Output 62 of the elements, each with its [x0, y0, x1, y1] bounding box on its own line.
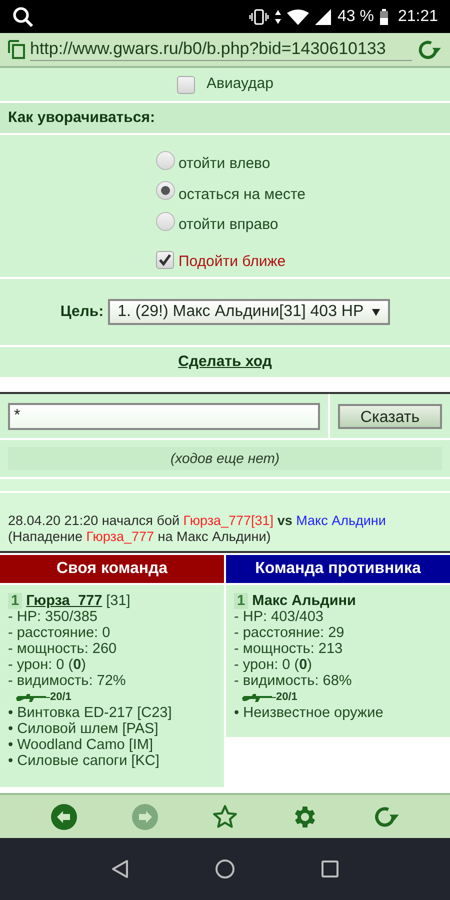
ammo-count: 20/1 — [276, 691, 298, 703]
rifle-icon — [242, 693, 276, 703]
signal-icon — [315, 8, 332, 24]
copy-icon[interactable] — [8, 40, 26, 60]
fighter-link[interactable]: Гюрза_777 — [26, 593, 102, 609]
vibrate-icon — [249, 8, 270, 24]
back-nav-icon[interactable] — [111, 859, 129, 879]
equipment-item: • Силовой шлем [PAS] — [8, 721, 160, 737]
equipment-item: • Woodland Camo [IM] — [8, 737, 154, 753]
fighter-number: 1 — [234, 593, 248, 609]
battery-icon — [380, 8, 388, 24]
radio-label: остаться на месте — [178, 184, 306, 204]
battery-percent: 43 % — [337, 6, 374, 26]
moves-note: (ходов еще нет) — [8, 447, 442, 470]
section-title: Как уворачиваться: — [8, 108, 155, 128]
fighter-stat: - расстояние: 0 — [8, 625, 112, 641]
fighter-name: Макс Альдини — [252, 593, 356, 609]
wifi-icon — [287, 8, 310, 24]
fighter-level: [31] — [106, 593, 130, 609]
radio-label: отойти вправо — [178, 215, 278, 235]
make-move-link[interactable]: Сделать ход — [178, 350, 272, 374]
fighter-stat: - HP: 350/385 — [8, 609, 98, 625]
player-link[interactable]: Макс Альдини — [296, 513, 386, 528]
home-nav-icon[interactable] — [215, 859, 235, 879]
fighter-stat: - видимость: 72% — [8, 673, 127, 689]
checkbox-label: Подойти ближе — [178, 252, 286, 272]
fighter-stat: - урон: 0 (0) — [8, 657, 87, 673]
equipment-item: • Винтовка ED-217 [C23] — [8, 705, 173, 721]
search-icon — [12, 6, 34, 28]
radio-label: отойти влево — [178, 154, 270, 174]
target-label: Цель: — [60, 302, 104, 322]
fighter-stat: - мощность: 260 — [8, 641, 118, 657]
chat-input[interactable]: * — [8, 402, 320, 430]
radio-button[interactable] — [156, 181, 176, 200]
fighter-stat: - видимость: 68% — [234, 673, 353, 689]
fighter-stat: - расстояние: 29 — [234, 625, 346, 641]
bookmark-button[interactable] — [212, 804, 238, 830]
radio-button[interactable] — [156, 212, 176, 231]
battle-log-line: (Нападение Гюрза_777 на Макс Альдини) — [8, 529, 272, 545]
team-header: Своя команда — [0, 555, 224, 585]
team-header: Команда противника — [226, 555, 450, 585]
checkbox[interactable] — [156, 250, 174, 269]
clock: 21:21 — [398, 6, 438, 26]
equipment-item: • Силовые сапоги [KC] — [8, 753, 160, 769]
fighter-stat: - мощность: 213 — [234, 641, 344, 657]
target-select[interactable]: 1. (29!) Макс Альдини[31] 403 HP — [108, 299, 390, 325]
checkbox-label: Авиаудар — [206, 74, 274, 94]
dropdown-caret-icon — [372, 308, 380, 316]
ammo-count: 20/1 — [50, 691, 72, 703]
data-arrows-icon — [275, 10, 282, 24]
fighter-stat: - урон: 0 (0) — [234, 657, 313, 673]
url-field[interactable]: http://www.gwars.ru/b0/b.php?bid=1430610133 — [30, 38, 412, 61]
radio-button[interactable] — [156, 150, 176, 170]
battle-log-line: 28.04.20 21:20 начался бой Гюрза_777[31] vs Макс Альдини — [8, 513, 387, 529]
recents-nav-icon[interactable] — [321, 860, 339, 878]
equipment-item: • Неизвестное оружие — [234, 705, 384, 721]
rifle-icon — [16, 693, 50, 703]
back-button[interactable] — [50, 802, 78, 830]
fighter-stat: - HP: 403/403 — [234, 609, 324, 625]
fighter-number: 1 — [8, 593, 22, 609]
checkbox[interactable] — [176, 76, 195, 94]
say-button[interactable]: Сказать — [338, 404, 442, 428]
